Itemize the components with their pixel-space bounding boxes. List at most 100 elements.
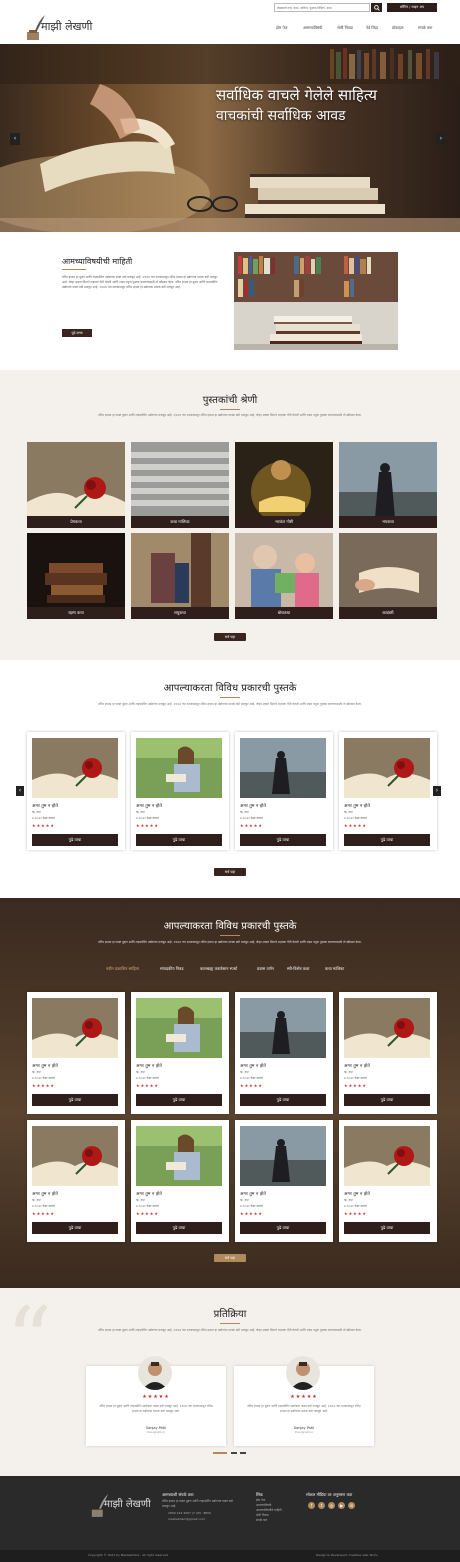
logo[interactable]: माझी लेखणी bbox=[25, 14, 100, 42]
hero-prev-button[interactable]: ‹ bbox=[10, 133, 20, 145]
category-card-series[interactable]: कथा मालिका bbox=[131, 442, 229, 528]
carousel-prev-button[interactable]: ‹ bbox=[16, 786, 24, 796]
carousel-dot[interactable] bbox=[231, 1452, 237, 1454]
about-text: लॉरेम इप्सम हा मुद्रण आणि टाइपसेटिंग उद्… bbox=[62, 275, 218, 289]
category-card-romance[interactable]: प्रेमकथा bbox=[27, 442, 125, 528]
book-cover-image bbox=[32, 738, 118, 798]
category-card-horror[interactable]: भयकथा bbox=[339, 442, 437, 528]
book-cover-image bbox=[240, 738, 326, 798]
book-card[interactable]: अगर तुम न होते ऋ. तपा ४,२३,४२ वेळा वाचले ★★… bbox=[131, 732, 229, 850]
read-more-button[interactable]: पुढे वाचा bbox=[344, 1222, 430, 1234]
book-card[interactable]: अगर तुम न होते ऋ. तपा ४,२३,४२ वेळा वाचले ★★… bbox=[235, 732, 333, 850]
hero-slider: सर्वाधिक वाचले गेलेले साहित्य वाचकांची स… bbox=[0, 44, 460, 232]
category-card-short-stories[interactable]: लघुकथा bbox=[131, 533, 229, 619]
rating-stars: ★★★★★ bbox=[136, 1083, 159, 1088]
tab-series[interactable]: कथा मालिका bbox=[325, 966, 344, 971]
footer-logo[interactable]: माझी लेखणी bbox=[90, 1492, 160, 1520]
categories-desc: लॉरेम इप्सम हा फक्त मुद्रण आणि टाइपसेटिं… bbox=[98, 413, 362, 417]
carousel-dot[interactable] bbox=[240, 1452, 246, 1454]
book-title: अगर तुम न होते bbox=[240, 804, 266, 809]
testimonial-text: लॉरेम इप्सम हा मुद्रण आणि टाइपसेटिंग उद्… bbox=[99, 1404, 213, 1413]
testimonial-role: Designation bbox=[147, 1430, 165, 1434]
rating-stars: ★★★★★ bbox=[136, 1211, 159, 1216]
read-more-button[interactable]: पुढे वाचा bbox=[32, 1094, 118, 1106]
category-card-wandering[interactable]: भटकंत गोष्टी bbox=[235, 442, 333, 528]
read-more-button[interactable]: पुढे वाचा bbox=[136, 1222, 222, 1234]
book-card[interactable]: अगर तुम न होते ऋ. तपा ४,२३,४२ वेळा वाचले ★★… bbox=[27, 992, 125, 1114]
youtube-icon[interactable]: ▶ bbox=[338, 1502, 345, 1509]
read-more-button[interactable]: पुढे वाचा bbox=[32, 1222, 118, 1234]
book-card[interactable]: अगर तुम न होते ऋ. तपा ४,२३,४२ वेळा वाचले ★★… bbox=[235, 1120, 333, 1242]
book-card[interactable]: अगर तुम न होते ऋ. तपा ४,२३,४२ वेळा वाचले ★★… bbox=[339, 1120, 437, 1242]
instagram-icon[interactable]: ◎ bbox=[328, 1502, 335, 1509]
nav-home[interactable]: होम पेज bbox=[276, 25, 287, 31]
read-more-button[interactable]: पुढे वाचा bbox=[136, 834, 222, 846]
nav-profile[interactable]: प्रोफाइल bbox=[392, 25, 404, 31]
book-card[interactable]: अगर तुम न होते ऋ. तपा ४,२३,४२ वेळा वाचले ★★… bbox=[235, 992, 333, 1114]
book-card[interactable]: अगर तुम न होते ऋ. तपा ४,२३,४२ वेळा वाचले ★★… bbox=[339, 732, 437, 850]
book-cover-image bbox=[136, 998, 222, 1058]
hero-next-button[interactable]: › bbox=[436, 133, 446, 145]
books-view-all-button[interactable]: सर्व पहा bbox=[214, 868, 246, 876]
category-card-novel[interactable]: कादंबरी bbox=[339, 533, 437, 619]
category-label: लघुकथा bbox=[131, 607, 229, 619]
footer-social-title: सोशल मीडिया वर अनुसरण करा bbox=[306, 1492, 353, 1497]
books-tabs-title: आपल्याकरता विविध प्रकारची पुस्तके bbox=[163, 921, 297, 932]
categories-view-all-button[interactable]: सर्व पहा bbox=[214, 633, 246, 641]
book-title: अगर तुम न होते bbox=[136, 804, 162, 809]
category-card-mystery[interactable]: रहस्य कथा bbox=[27, 533, 125, 619]
nav-categories[interactable]: श्रेणी निवडा bbox=[337, 25, 353, 31]
book-card[interactable]: अगर तुम न होते ऋ. तपा ४,२३,४२ वेळा वाचले ★★… bbox=[131, 992, 229, 1114]
footer-bottom-bar: Copyright © 2021 by MaziLekhani . All ri… bbox=[0, 1550, 460, 1562]
search-input[interactable] bbox=[274, 3, 370, 12]
tab-travel[interactable]: प्रवास वर्णन bbox=[257, 966, 274, 971]
books-tabs-desc: लॉरेम इप्सम हा फक्त मुद्रण आणि टाइपसेटिं… bbox=[98, 940, 362, 944]
tab-competition[interactable]: कालबाह्य करावेसान स्पर्धा bbox=[200, 966, 237, 971]
book-card[interactable]: अगर तुम न होते ऋ. तपा ४,२३,४२ वेळा वाचले ★★… bbox=[339, 992, 437, 1114]
read-more-button[interactable]: पुढे वाचा bbox=[344, 1094, 430, 1106]
read-more-button[interactable]: पुढे वाचा bbox=[240, 834, 326, 846]
book-author: ऋ. तपा bbox=[240, 810, 249, 814]
category-label: प्रेमकथा bbox=[27, 516, 125, 528]
about-read-more-button[interactable]: पुढे वाचा bbox=[62, 329, 92, 337]
book-card[interactable]: अगर तुम न होते ऋ. तपा ४,२३,४२ वेळा वाचले ★★… bbox=[27, 1120, 125, 1242]
login-button[interactable]: लॉगिन / साइन अप bbox=[387, 3, 437, 12]
book-card[interactable]: अगर तुम न होते ऋ. तपा ४,२३,४२ वेळा वाचले ★★… bbox=[131, 1120, 229, 1242]
book-title: अगर तुम न होते bbox=[32, 1064, 58, 1069]
book-views: ४,२३,४२ वेळा वाचले bbox=[32, 816, 55, 820]
nav-write[interactable]: नेवे लिहा bbox=[366, 25, 378, 31]
hero-heading-line1: सर्वाधिक वाचले गेलेले साहित्य bbox=[216, 86, 377, 104]
book-cover-image bbox=[32, 1126, 118, 1186]
rating-stars: ★★★★★ bbox=[240, 1083, 263, 1088]
book-title: अगर तुम न होते bbox=[240, 1064, 266, 1069]
carousel-dot-active[interactable] bbox=[213, 1452, 227, 1454]
read-more-button[interactable]: पुढे वाचा bbox=[344, 834, 430, 846]
read-more-button[interactable]: पुढे वाचा bbox=[136, 1094, 222, 1106]
facebook-icon[interactable]: f bbox=[308, 1502, 315, 1509]
footer-phone[interactable]: 1800 123 4567 (7 AM - 8PM) bbox=[168, 1511, 211, 1516]
feedback-section: “ प्रतिक्रिया लॉरेम इप्सम हा फक्त मुद्रण… bbox=[0, 1288, 460, 1476]
tab-women[interactable]: स्त्री-विशेष कथा bbox=[287, 966, 309, 971]
tab-new-published[interactable]: नवीन प्रकाशित साहित्य bbox=[106, 966, 139, 971]
category-card-moral-stories[interactable]: बोधकथा bbox=[235, 533, 333, 619]
book-card[interactable]: अगर तुम न होते ऋ. तपा ४,२३,४२ वेळा वाचले ★★… bbox=[27, 732, 125, 850]
books-tabs-view-all-button[interactable]: सर्व पहा bbox=[214, 1254, 246, 1262]
carousel-next-button[interactable]: › bbox=[433, 786, 441, 796]
read-more-button[interactable]: पुढे वाचा bbox=[240, 1222, 326, 1234]
book-cover-image bbox=[240, 1126, 326, 1186]
twitter-icon[interactable]: t bbox=[318, 1502, 325, 1509]
books-desc: लॉरेम इप्सम हा फक्त मुद्रण आणि टाइपसेटिं… bbox=[98, 702, 362, 706]
footer-email[interactable]: mazilekhani@gmail.com bbox=[168, 1517, 205, 1522]
tab-editors-choice[interactable]: संपादकीय निवड bbox=[160, 966, 183, 971]
nav-about[interactable]: आमच्याविषयी bbox=[303, 25, 322, 31]
read-more-button[interactable]: पुढे वाचा bbox=[240, 1094, 326, 1106]
read-more-button[interactable]: पुढे वाचा bbox=[32, 834, 118, 846]
footer-link[interactable]: संपर्क करा bbox=[256, 1518, 267, 1523]
books-title: आपल्याकरता विविध प्रकारची पुस्तके bbox=[163, 683, 297, 694]
linkedin-icon[interactable]: in bbox=[348, 1502, 355, 1509]
nav-contact[interactable]: संपर्क करा bbox=[418, 25, 432, 31]
footer-logo-text: माझी लेखणी bbox=[104, 1499, 151, 1510]
book-cover-image bbox=[136, 738, 222, 798]
search-button[interactable] bbox=[371, 3, 382, 12]
book-author: ऋ. तपा bbox=[240, 1070, 249, 1074]
